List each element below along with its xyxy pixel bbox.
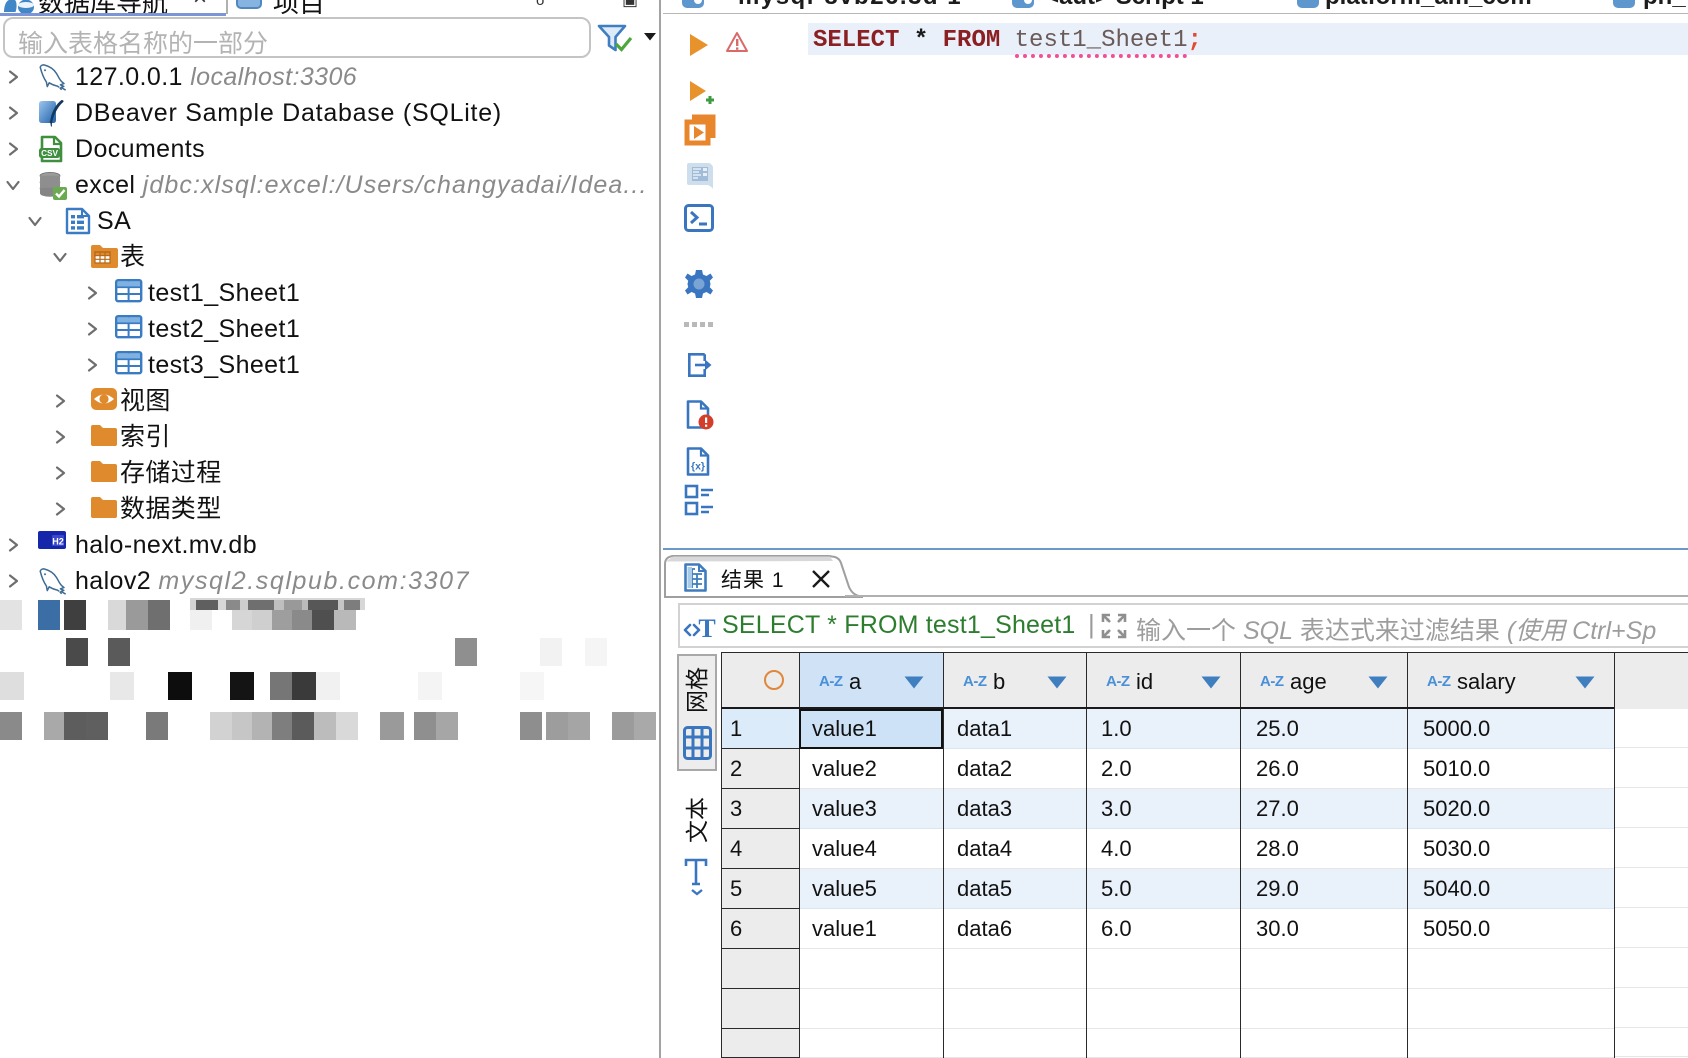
svg-text:T: T	[698, 614, 715, 641]
svg-text:{x}: {x}	[691, 461, 705, 473]
